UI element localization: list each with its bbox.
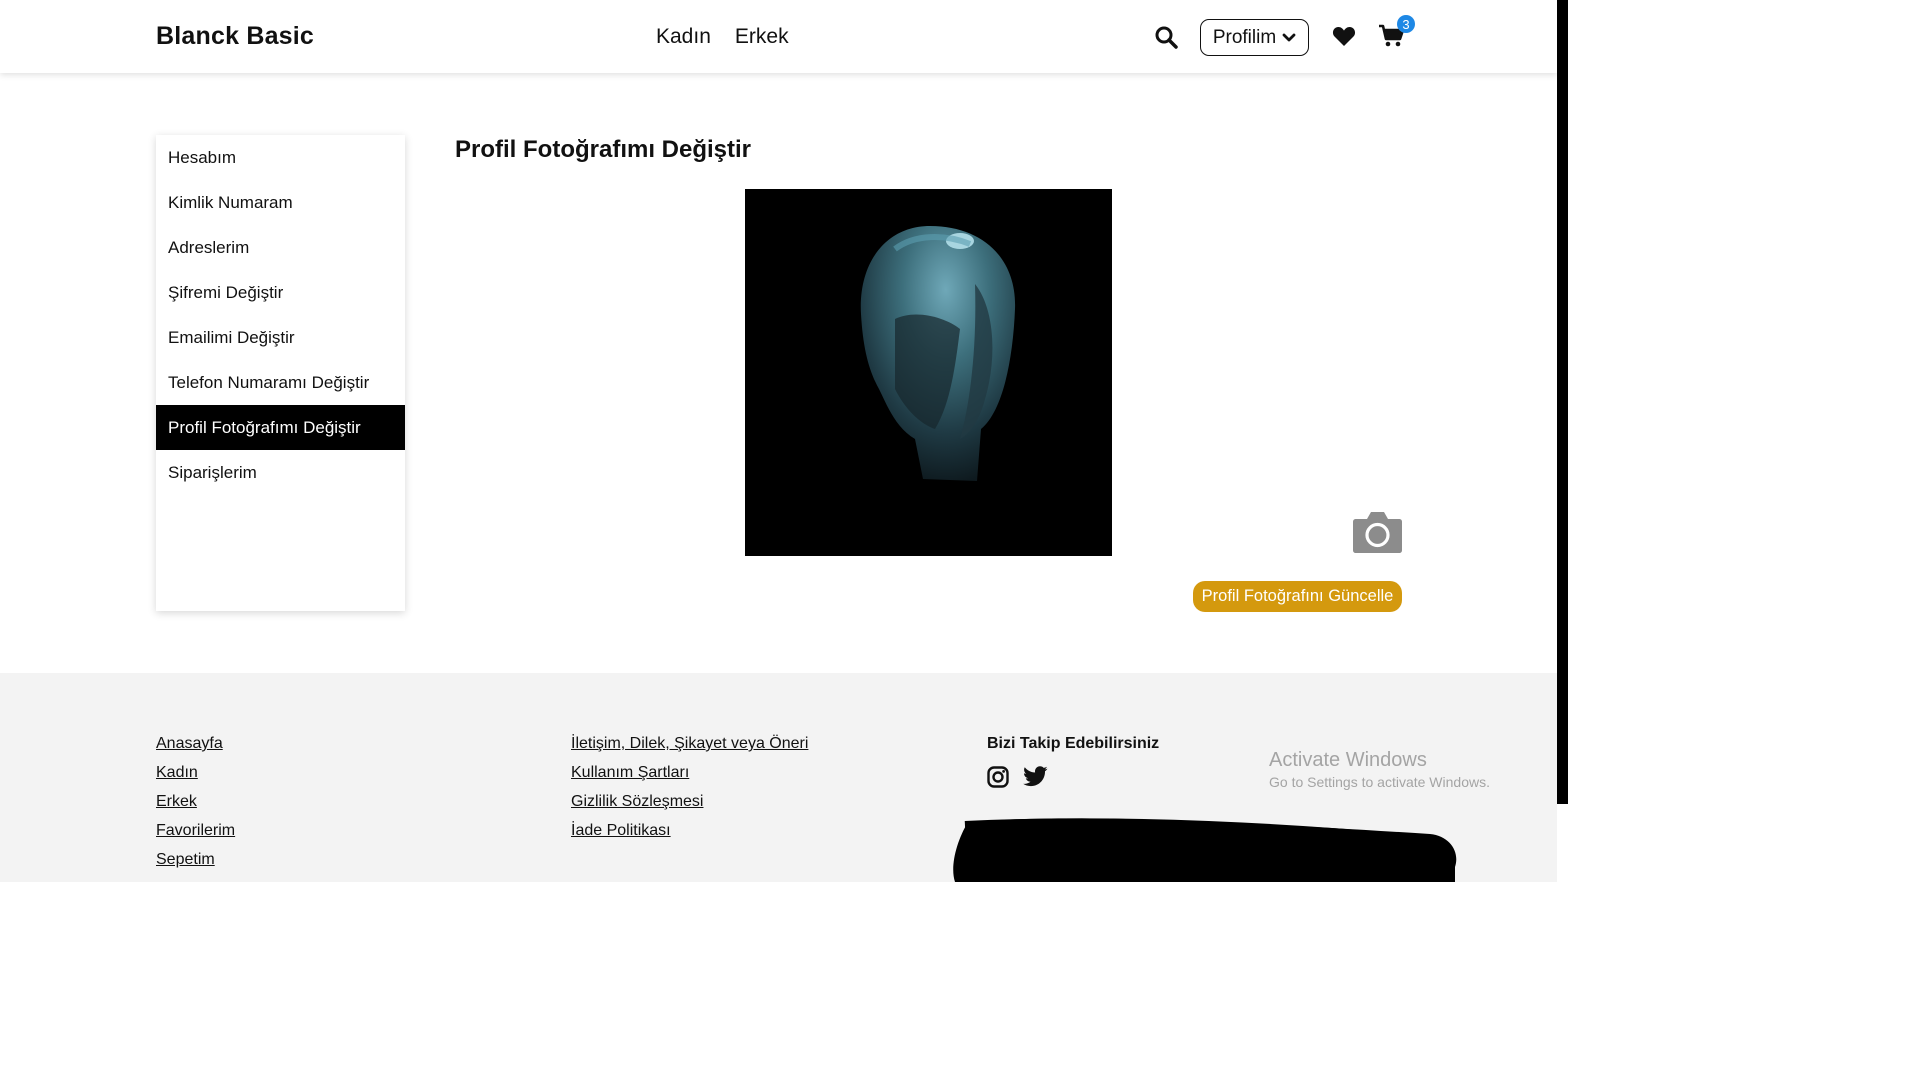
footer-link-kadin[interactable]: Kadın — [156, 763, 235, 792]
profile-photo-image — [860, 226, 1016, 481]
redacted-scribble — [953, 818, 1457, 882]
sidebar-item-adreslerim[interactable]: Adreslerim — [156, 225, 405, 270]
heart-icon[interactable] — [1332, 25, 1356, 47]
page-title: Profil Fotoğrafımı Değiştir — [455, 136, 752, 163]
chevron-down-icon — [1282, 33, 1296, 41]
window-edge — [1557, 0, 1568, 804]
sidebar-item-telefon-numarami-degistir[interactable]: Telefon Numaramı Değiştir — [156, 360, 405, 405]
update-profile-photo-button[interactable]: Profil Fotoğrafını Güncelle — [1193, 581, 1402, 612]
sidebar-item-emailimi-degistir[interactable]: Emailimi Değiştir — [156, 315, 405, 360]
profile-photo — [745, 189, 1112, 556]
camera-icon[interactable] — [1352, 509, 1403, 554]
search-icon[interactable] — [1154, 25, 1178, 49]
profile-label: Profilim — [1212, 26, 1277, 48]
sidebar-item-profil-fotografimi-degistir[interactable]: Profil Fotoğrafımı Değiştir — [156, 405, 405, 450]
footer-link-iade[interactable]: İade Politikası — [571, 821, 808, 850]
sidebar-item-sifremi-degistir[interactable]: Şifremi Değiştir — [156, 270, 405, 315]
footer-link-erkek[interactable]: Erkek — [156, 792, 235, 821]
profile-dropdown-button[interactable]: Profilim — [1200, 19, 1309, 56]
sidebar-item-kimlik-numaram[interactable]: Kimlik Numaram — [156, 180, 405, 225]
twitter-icon[interactable] — [1023, 766, 1048, 788]
footer-link-gizlilik[interactable]: Gizlilik Sözleşmesi — [571, 792, 808, 821]
nav-link-erkek[interactable]: Erkek — [735, 25, 789, 49]
account-sidebar: Hesabım Kimlik Numaram Adreslerim Şifrem… — [156, 135, 405, 611]
cart-count-badge: 3 — [1397, 15, 1415, 33]
sidebar-item-siparislerim[interactable]: Siparişlerim — [156, 450, 405, 495]
footer-link-iletisim[interactable]: İletişim, Dilek, Şikayet veya Öneri — [571, 734, 808, 763]
activate-windows-watermark: Activate Windows Go to Settings to activ… — [1269, 749, 1490, 790]
footer-link-sepetim[interactable]: Sepetim — [156, 850, 235, 879]
brand-logo[interactable]: Blanck Basic — [156, 22, 314, 51]
footer-link-favorilerim[interactable]: Favorilerim — [156, 821, 235, 850]
footer-links-info: İletişim, Dilek, Şikayet veya Öneri Kull… — [571, 734, 808, 850]
sidebar-item-hesabim[interactable]: Hesabım — [156, 135, 405, 180]
instagram-icon[interactable] — [987, 766, 1009, 788]
footer-links-main: Anasayfa Kadın Erkek Favorilerim Sepetim — [156, 734, 235, 879]
watermark-line2: Go to Settings to activate Windows. — [1269, 774, 1490, 790]
watermark-line1: Activate Windows — [1269, 749, 1427, 771]
site-header: Blanck Basic Kadın Erkek Profilim 3 — [0, 0, 1557, 73]
footer-link-anasayfa[interactable]: Anasayfa — [156, 734, 235, 763]
main-nav: Kadın Erkek — [656, 25, 789, 49]
footer-link-kullanim-sartlari[interactable]: Kullanım Şartları — [571, 763, 808, 792]
nav-link-kadin[interactable]: Kadın — [656, 25, 711, 49]
follow-title: Bizi Takip Edebilirsiniz — [987, 735, 1160, 752]
